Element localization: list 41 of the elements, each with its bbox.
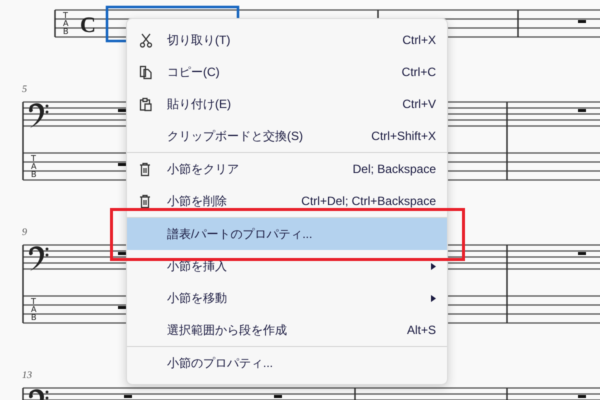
bass-clef-icon — [29, 389, 48, 400]
menu-item[interactable]: 小節を移動 — [127, 282, 447, 314]
menu-item[interactable]: 切り取り(T) Ctrl+X — [127, 24, 447, 56]
menu-item[interactable]: クリップボードと交換(S) Ctrl+Shift+X — [127, 120, 447, 152]
tab-letter: A — [63, 19, 68, 28]
trash-icon — [139, 162, 151, 176]
measure-number: 5 — [22, 84, 27, 95]
tab-letter: B — [31, 313, 36, 322]
copy-icon — [139, 64, 153, 80]
menu-item[interactable]: コピー(C) Ctrl+C — [127, 56, 447, 88]
menu-item[interactable]: 小節を挿入 — [127, 250, 447, 282]
menu-item[interactable]: 小節のプロパティ... — [127, 347, 447, 379]
tab-letter: T — [31, 154, 36, 163]
trash-icon — [139, 194, 151, 208]
tab-letter: T — [31, 297, 36, 306]
rest-icon — [274, 395, 282, 398]
tab-letter: A — [31, 305, 36, 314]
measure-number: 9 — [22, 227, 27, 238]
menu-item[interactable]: 選択範囲から段を作成 Alt+S — [127, 314, 447, 346]
rest-icon — [578, 20, 586, 23]
rest-icon — [578, 395, 586, 398]
rest-icon — [578, 109, 586, 112]
tab-letter: B — [63, 27, 68, 36]
rest-icon — [118, 306, 126, 309]
measure-number: 13 — [22, 370, 32, 381]
tab-letter: B — [31, 170, 36, 179]
rest-icon — [124, 395, 132, 398]
rest-icon — [118, 252, 126, 255]
bass-clef-icon — [29, 103, 48, 128]
tab-letter: A — [31, 162, 36, 171]
menu-item[interactable]: 貼り付け(E) Ctrl+V — [127, 88, 447, 120]
menu-item[interactable]: 小節をクリア Del; Backspace — [127, 153, 447, 185]
bass-clef-icon — [29, 246, 48, 271]
scissors-icon — [139, 32, 153, 48]
menu-item[interactable]: 小節を削除 Ctrl+Del; Ctrl+Backspace — [127, 185, 447, 217]
clipboard-icon — [139, 96, 153, 112]
tab-letter: T — [63, 11, 68, 20]
rest-icon — [578, 252, 586, 255]
rest-icon — [118, 109, 126, 112]
rest-icon — [118, 163, 126, 166]
menu-item[interactable]: 譜表/パートのプロパティ... — [127, 218, 447, 250]
